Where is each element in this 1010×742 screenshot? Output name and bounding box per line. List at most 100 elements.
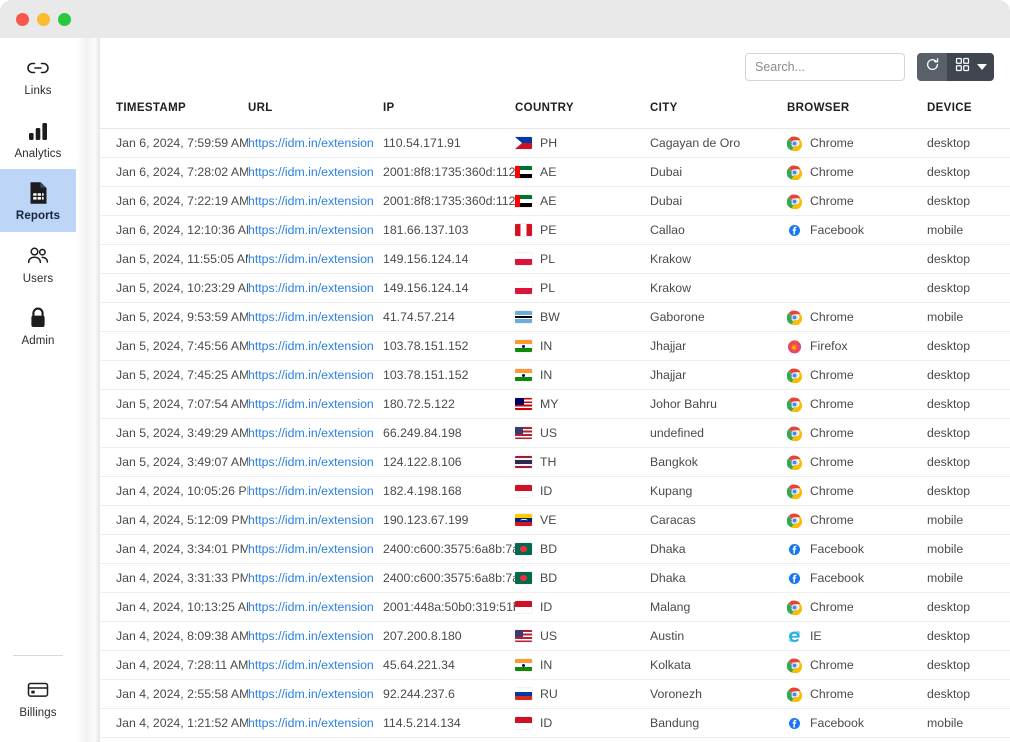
url-link[interactable]: https://idm.in/extension bbox=[248, 571, 374, 585]
table-row[interactable]: Jan 4, 2024, 3:31:33 PMhttps://idm.in/ex… bbox=[100, 564, 1010, 593]
table-row[interactable]: Jan 4, 2024, 3:34:01 PMhttps://idm.in/ex… bbox=[100, 535, 1010, 564]
cell-ip: 92.244.237.6 bbox=[383, 680, 515, 709]
sidebar-item-admin[interactable]: Admin bbox=[0, 294, 76, 357]
chrome-icon bbox=[787, 165, 802, 180]
url-link[interactable]: https://idm.in/extension bbox=[248, 397, 374, 411]
column-header-city[interactable]: CITY bbox=[650, 96, 787, 129]
cell-device: mobile bbox=[927, 506, 1010, 535]
url-link[interactable]: https://idm.in/extension bbox=[248, 194, 374, 208]
cell-url: https://idm.in/extension bbox=[248, 129, 383, 158]
cell-timestamp: Jan 6, 2024, 7:59:59 AM bbox=[100, 129, 248, 158]
table-row[interactable]: Jan 5, 2024, 7:45:56 AMhttps://idm.in/ex… bbox=[100, 332, 1010, 361]
column-header-country[interactable]: COUNTRY bbox=[515, 96, 650, 129]
minimize-window-button[interactable] bbox=[37, 13, 50, 26]
column-header-device[interactable]: DEVICE bbox=[927, 96, 1010, 129]
link-icon bbox=[25, 55, 51, 81]
table-row[interactable]: Jan 4, 2024, 2:55:58 AMhttps://idm.in/ex… bbox=[100, 680, 1010, 709]
table-row[interactable]: Jan 5, 2024, 9:53:59 AMhttps://idm.in/ex… bbox=[100, 303, 1010, 332]
cell-timestamp: Jan 5, 2024, 10:23:29 AM bbox=[100, 274, 248, 303]
url-link[interactable]: https://idm.in/extension bbox=[248, 368, 374, 382]
country-flag-icon bbox=[515, 398, 532, 410]
url-link[interactable]: https://idm.in/extension bbox=[248, 310, 374, 324]
cell-country: AE bbox=[515, 187, 650, 216]
cell-country: ID bbox=[515, 709, 650, 738]
cell-device: desktop bbox=[927, 448, 1010, 477]
url-link[interactable]: https://idm.in/extension bbox=[248, 687, 374, 701]
table-row[interactable]: Jan 6, 2024, 7:28:02 AMhttps://idm.in/ex… bbox=[100, 158, 1010, 187]
column-header-ip[interactable]: IP bbox=[383, 96, 515, 129]
url-link[interactable]: https://idm.in/extension bbox=[248, 455, 374, 469]
cell-city: Dubai bbox=[650, 158, 787, 187]
chrome-icon bbox=[787, 455, 802, 470]
cell-browser: Facebook bbox=[787, 564, 927, 593]
cell-browser: Facebook bbox=[787, 709, 927, 738]
cell-browser: Chrome bbox=[787, 158, 927, 187]
close-window-button[interactable] bbox=[16, 13, 29, 26]
table-row[interactable]: Jan 4, 2024, 10:05:26 PMhttps://idm.in/e… bbox=[100, 477, 1010, 506]
column-header-browser[interactable]: BROWSER bbox=[787, 96, 927, 129]
users-icon bbox=[25, 243, 51, 269]
cell-city: Dhaka bbox=[650, 535, 787, 564]
url-link[interactable]: https://idm.in/extension bbox=[248, 165, 374, 179]
url-link[interactable]: https://idm.in/extension bbox=[248, 281, 374, 295]
url-link[interactable]: https://idm.in/extension bbox=[248, 339, 374, 353]
url-link[interactable]: https://idm.in/extension bbox=[248, 542, 374, 556]
country-flag-icon bbox=[515, 456, 532, 468]
url-link[interactable]: https://idm.in/extension bbox=[248, 716, 374, 730]
url-link[interactable]: https://idm.in/extension bbox=[248, 223, 374, 237]
url-link[interactable]: https://idm.in/extension bbox=[248, 426, 374, 440]
cell-device: mobile bbox=[927, 216, 1010, 245]
search-input[interactable] bbox=[745, 53, 905, 81]
url-link[interactable]: https://idm.in/extension bbox=[248, 484, 374, 498]
column-header-url[interactable]: URL bbox=[248, 96, 383, 129]
sidebar-item-links[interactable]: Links bbox=[0, 44, 76, 107]
url-link[interactable]: https://idm.in/extension bbox=[248, 600, 374, 614]
cell-ip: 124.122.8.106 bbox=[383, 448, 515, 477]
country-code: RU bbox=[540, 687, 558, 701]
table-row[interactable]: Jan 5, 2024, 3:49:29 AMhttps://idm.in/ex… bbox=[100, 419, 1010, 448]
cell-browser: Chrome bbox=[787, 448, 927, 477]
cell-city: Caracas bbox=[650, 506, 787, 535]
sidebar-item-reports[interactable]: Reports bbox=[0, 169, 76, 232]
table-row[interactable]: Jan 4, 2024, 7:28:11 AMhttps://idm.in/ex… bbox=[100, 651, 1010, 680]
url-link[interactable]: https://idm.in/extension bbox=[248, 136, 374, 150]
country-code: PL bbox=[540, 281, 555, 295]
sidebar-item-label: Admin bbox=[21, 336, 54, 348]
cell-timestamp: Jan 5, 2024, 9:53:59 AM bbox=[100, 303, 248, 332]
sidebar-item-billings[interactable]: Billings bbox=[0, 666, 76, 729]
cell-city: undefined bbox=[650, 419, 787, 448]
table-row[interactable]: Jan 4, 2024, 5:12:09 PMhttps://idm.in/ex… bbox=[100, 506, 1010, 535]
table-row[interactable]: Jan 5, 2024, 7:45:25 AMhttps://idm.in/ex… bbox=[100, 361, 1010, 390]
table-row[interactable]: Jan 6, 2024, 7:22:19 AMhttps://idm.in/ex… bbox=[100, 187, 1010, 216]
table-row[interactable]: Jan 4, 2024, 1:21:52 AMhttps://idm.in/ex… bbox=[100, 709, 1010, 738]
column-header-timestamp[interactable]: TIMESTAMP bbox=[100, 96, 248, 129]
url-link[interactable]: https://idm.in/extension bbox=[248, 513, 374, 527]
country-flag-icon bbox=[515, 282, 532, 294]
table-row[interactable]: Jan 5, 2024, 3:49:07 AMhttps://idm.in/ex… bbox=[100, 448, 1010, 477]
table-row[interactable]: Jan 6, 2024, 12:10:36 AMhttps://idm.in/e… bbox=[100, 216, 1010, 245]
country-code: PE bbox=[540, 223, 556, 237]
facebook-icon bbox=[787, 571, 802, 586]
sidebar-item-analytics[interactable]: Analytics bbox=[0, 107, 76, 170]
browser-name: Chrome bbox=[810, 600, 854, 614]
country-flag-icon bbox=[515, 485, 532, 497]
sidebar-item-users[interactable]: Users bbox=[0, 232, 76, 295]
table-row[interactable]: Jan 4, 2024, 8:09:38 AMhttps://idm.in/ex… bbox=[100, 622, 1010, 651]
zoom-window-button[interactable] bbox=[58, 13, 71, 26]
country-flag-icon bbox=[515, 224, 532, 236]
table-row[interactable]: Jan 5, 2024, 10:23:29 AMhttps://idm.in/e… bbox=[100, 274, 1010, 303]
table-row[interactable]: Jan 6, 2024, 7:59:59 AMhttps://idm.in/ex… bbox=[100, 129, 1010, 158]
table-row[interactable]: Jan 4, 2024, 10:13:25 AMhttps://idm.in/e… bbox=[100, 593, 1010, 622]
view-options-button[interactable] bbox=[947, 53, 994, 81]
table-row[interactable]: Jan 5, 2024, 7:07:54 AMhttps://idm.in/ex… bbox=[100, 390, 1010, 419]
refresh-button[interactable] bbox=[917, 53, 947, 81]
url-link[interactable]: https://idm.in/extension bbox=[248, 629, 374, 643]
table-scroll-area[interactable]: TIMESTAMP URL IP COUNTRY CITY BROWSER DE… bbox=[100, 96, 1010, 742]
cell-country: ID bbox=[515, 593, 650, 622]
url-link[interactable]: https://idm.in/extension bbox=[248, 658, 374, 672]
cell-browser: IE bbox=[787, 622, 927, 651]
url-link[interactable]: https://idm.in/extension bbox=[248, 252, 374, 266]
table-row[interactable]: Jan 5, 2024, 11:55:05 AMhttps://idm.in/e… bbox=[100, 245, 1010, 274]
country-code: US bbox=[540, 629, 557, 643]
cell-ip: 2001:8f8:1735:360d:1126 bbox=[383, 158, 515, 187]
